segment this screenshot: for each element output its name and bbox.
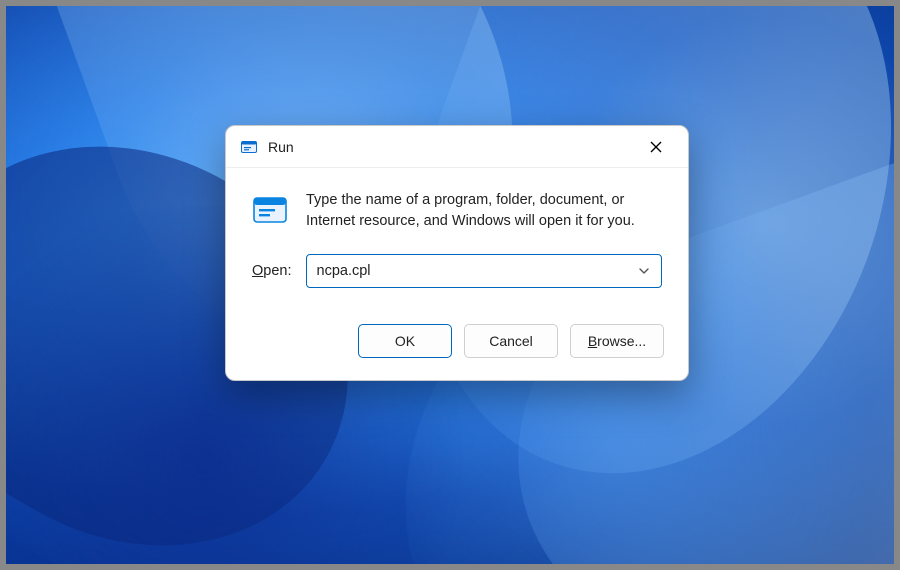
ok-button-label: OK (395, 333, 415, 349)
close-icon (650, 141, 662, 153)
desktop-wallpaper: Run (6, 6, 894, 564)
dialog-title: Run (268, 139, 634, 155)
run-app-icon (240, 138, 258, 156)
dialog-description: Type the name of a program, folder, docu… (306, 190, 662, 232)
open-input[interactable] (317, 263, 635, 279)
run-app-icon (252, 192, 288, 228)
cancel-button[interactable]: Cancel (464, 324, 558, 358)
open-label: Open: (252, 263, 292, 279)
close-button[interactable] (634, 131, 678, 163)
browse-button-label: Browse... (588, 333, 646, 349)
chevron-down-icon[interactable] (635, 262, 653, 280)
open-combobox[interactable] (306, 254, 662, 288)
run-dialog: Run (225, 125, 689, 381)
dialog-button-row: OK Cancel Browse... (226, 308, 688, 380)
titlebar[interactable]: Run (226, 126, 688, 168)
dialog-body: Type the name of a program, folder, docu… (226, 168, 688, 308)
browse-button[interactable]: Browse... (570, 324, 664, 358)
cancel-button-label: Cancel (489, 333, 533, 349)
ok-button[interactable]: OK (358, 324, 452, 358)
